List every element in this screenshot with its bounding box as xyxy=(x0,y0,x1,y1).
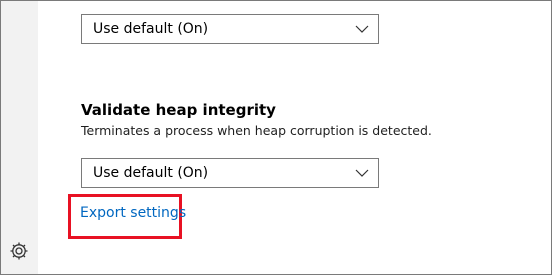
heap-integrity-dropdown[interactable]: Use default (On) xyxy=(81,158,379,188)
gear-icon[interactable] xyxy=(9,241,29,261)
left-navigation-rail xyxy=(1,1,38,274)
dropdown-selected-value: Use default (On) xyxy=(93,21,209,37)
export-settings-link[interactable]: Export settings xyxy=(80,205,186,221)
settings-window: Use default (On) Validate heap integrity… xyxy=(0,0,552,275)
heap-integrity-title: Validate heap integrity xyxy=(81,101,276,119)
control-flow-guard-dropdown[interactable]: Use default (On) xyxy=(81,14,379,44)
chevron-down-icon xyxy=(355,24,369,34)
heap-integrity-description: Terminates a process when heap corruptio… xyxy=(81,123,432,138)
chevron-down-icon xyxy=(355,168,369,178)
dropdown-selected-value: Use default (On) xyxy=(93,165,209,181)
